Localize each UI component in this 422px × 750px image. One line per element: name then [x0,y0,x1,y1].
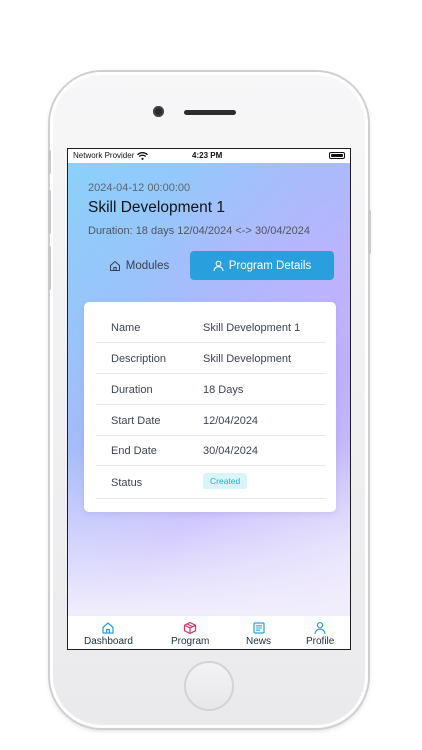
detail-row-start-date: Start Date 12/04/2024 [96,406,326,436]
detail-row-status: Status Created [96,467,326,499]
nav-dashboard[interactable]: Dashboard [84,621,133,647]
nav-profile-label: Profile [306,636,335,647]
nav-profile[interactable]: Profile [306,621,334,647]
clock: 4:23 PM [192,151,223,160]
detail-row-end-date: End Date 30/04/2024 [96,436,326,466]
detail-label: Name [111,322,141,334]
tab-modules[interactable]: Modules [92,251,186,280]
mute-switch [48,150,51,174]
program-details-card: Name Skill Development 1 Description Ski… [84,302,336,512]
detail-value: 30/04/2024 [203,445,259,457]
tab-program-details[interactable]: Program Details [190,251,334,280]
detail-row-duration: Duration 18 Days [96,375,326,405]
box-icon [184,621,197,635]
detail-value: 18 Days [203,384,244,396]
detail-value: Skill Development 1 [203,322,301,334]
status-bar: Network Provider 4:23 PM [68,149,350,163]
wifi-icon [137,151,149,160]
user-icon [314,621,326,634]
detail-label: Status [111,477,143,489]
bottom-navigation: Dashboard Program News Profile [68,615,350,649]
user-icon [213,260,224,271]
detail-row-description: Description Skill Development [96,344,326,374]
newspaper-icon [252,622,265,634]
volume-up-button [48,190,51,234]
status-badge: Created [203,473,248,489]
earpiece-speaker [184,110,236,115]
carrier-info: Network Provider [73,151,149,160]
tab-program-details-label: Program Details [228,259,312,272]
program-duration: Duration: 18 days 12/04/2024 <-> 30/04/2… [88,225,311,237]
program-content: 2024-04-12 00:00:00 Skill Development 1 … [68,163,350,615]
battery-icon [329,152,345,159]
detail-label: End Date [111,445,157,457]
volume-down-button [48,246,51,290]
detail-value: Skill Development [203,353,292,365]
nav-news-label: News [246,636,272,647]
nav-program[interactable]: Program [171,621,209,647]
detail-row-name: Name Skill Development 1 [96,313,326,343]
power-button [368,210,371,254]
home-button[interactable] [184,661,234,711]
tab-modules-label: Modules [125,259,170,272]
detail-label: Start Date [111,415,161,427]
detail-label: Description [111,353,167,365]
nav-dashboard-label: Dashboard [84,636,133,647]
page-title: Skill Development 1 [88,199,225,216]
home-icon [102,622,115,634]
home-icon [109,260,120,271]
front-camera [153,106,164,117]
detail-value: 12/04/2024 [203,415,259,427]
app-screen: Network Provider 4:23 PM 2024-04-12 00:0… [67,148,351,650]
nav-news[interactable]: News [246,621,271,647]
program-date: 2024-04-12 00:00:00 [88,182,191,194]
carrier-label: Network Provider [73,151,135,160]
detail-label: Duration [111,384,153,396]
nav-program-label: Program [171,636,210,647]
